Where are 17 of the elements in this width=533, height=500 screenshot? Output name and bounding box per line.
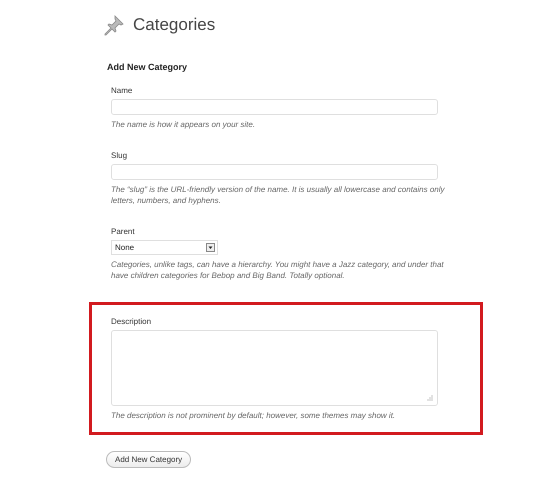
- form-heading: Add New Category: [107, 62, 188, 72]
- field-label: Name: [111, 86, 134, 95]
- parent-select[interactable]: None: [111, 240, 218, 255]
- field-hint: The “slug” is the URL-friendly version of the name. It is usually all lowercase and contains only letters, numbers, and hyphens.: [111, 184, 446, 207]
- field-hint: Categories, unlike tags, can have a hierarchy. You might have a Jazz category, and under that have children categories for Bebop and Big Band. Totally optional.: [111, 258, 445, 282]
- field-label: Slug: [111, 150, 128, 160]
- input-field[interactable]: [111, 99, 438, 115]
- field-label: Description: [111, 316, 152, 326]
- pushpin-icon: [103, 14, 125, 36]
- field-hint: The description is not prominent by default; however, some themes may show it.: [111, 410, 396, 422]
- add-category-button[interactable]: Add New Category: [106, 450, 192, 468]
- description-textarea[interactable]: [111, 330, 438, 406]
- resize-grip-icon: [427, 394, 433, 401]
- input-field[interactable]: [111, 164, 438, 180]
- field-label: Parent: [111, 226, 136, 236]
- field-hint: The name is how it appears on your site.: [111, 119, 256, 131]
- page-title: Categories: [133, 15, 216, 35]
